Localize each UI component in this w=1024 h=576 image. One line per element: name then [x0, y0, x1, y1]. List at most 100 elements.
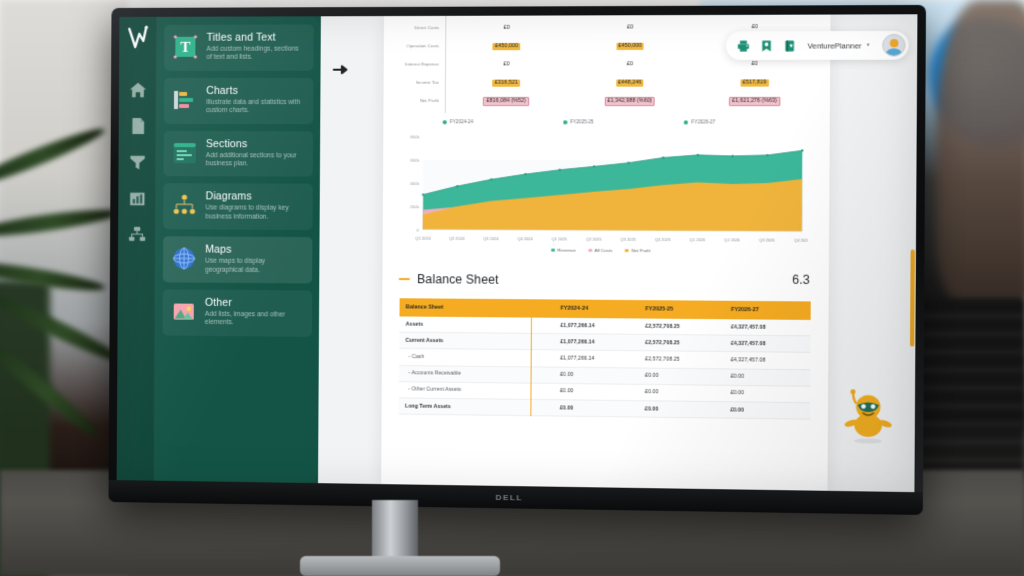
sidebar-item-maps[interactable]: Maps Use maps to display geographical da…: [162, 236, 313, 284]
legend-item: FY2024-24: [442, 119, 563, 124]
computer-monitor: T Titles and Text Add custom headings, s…: [108, 4, 927, 515]
fiscal-year-legend: FY2024-24 FY2025-25 FY2026-27: [442, 119, 818, 125]
document-icon[interactable]: [128, 117, 146, 135]
table-body: Assets £1,077,266.14 £2,572,708.25 £4,327,4…: [398, 316, 811, 420]
sidebar-item-title: Other: [204, 296, 232, 310]
vertical-scrollbar[interactable]: [910, 249, 915, 347]
book-icon[interactable]: [782, 39, 796, 52]
sidebar-item-desc: Use maps to display geographical data.: [205, 257, 266, 274]
legend-dot-icon: [684, 119, 689, 124]
top-right-toolbar: VenturePlanner ▾: [725, 30, 909, 60]
svg-text:T: T: [180, 40, 190, 56]
avatar[interactable]: [882, 33, 906, 57]
svg-text:Q3 2024: Q3 2024: [483, 236, 499, 241]
table-cell: £1,077,266.14: [553, 350, 639, 368]
sidebar-item-title: Titles and Text: [206, 31, 276, 44]
block-library-panel: T Titles and Text Add custom headings, s…: [154, 16, 321, 484]
balance-sheet-heading: Balance Sheet 6.3: [398, 272, 817, 289]
legend-item: FY2025-25: [562, 119, 684, 125]
document-page: Direct Costs £0 £0 £0 Operation Costs £4…: [381, 14, 831, 491]
svg-text:200k: 200k: [410, 204, 420, 209]
svg-text:Q1 2025: Q1 2025: [552, 236, 568, 241]
save-icon[interactable]: [759, 39, 773, 52]
sidebar-item-titles-and-text[interactable]: T Titles and Text Add custom headings, s…: [164, 24, 314, 71]
svg-text:Q2 2025: Q2 2025: [586, 236, 602, 241]
monitor-stand-base: [300, 556, 500, 576]
svg-text:400k: 400k: [410, 181, 420, 186]
sidebar-item-desc: Illustrate data and statistics with cust…: [206, 98, 301, 115]
table-row: Net Profit £816,084 (%52) £1,342,988 (%6…: [396, 92, 818, 111]
sidebar-item-charts[interactable]: Charts Illustrate data and statistics wi…: [163, 77, 314, 124]
table-cell: £0.00: [638, 384, 725, 402]
bar-chart-icon[interactable]: [128, 189, 146, 207]
balance-sheet-table[interactable]: Balance Sheet FY2024-24 FY2025-25 FY2026…: [398, 298, 811, 420]
monitor-bezel: T Titles and Text Add custom headings, s…: [108, 4, 927, 515]
logo-icon[interactable]: [126, 25, 150, 51]
avatar-head: [889, 39, 898, 47]
sidebar-item-title: Maps: [205, 243, 232, 256]
table-cell: £0.00: [553, 366, 639, 385]
title-block-icon: T: [172, 34, 198, 60]
sidebar-item-other[interactable]: Other Add lists, images and other elemen…: [162, 289, 313, 337]
legend-dot-icon: [562, 119, 567, 124]
sidebar-item-sections[interactable]: Sections Add additional sections to your…: [163, 130, 314, 178]
printer-icon[interactable]: [736, 39, 750, 52]
table-cell: £1,077,266.14: [553, 333, 639, 352]
table-cell: £4,327,457.08: [724, 319, 811, 337]
legend-label: FY2025-25: [570, 119, 594, 125]
legend-item-net-profit: Net Profit: [624, 247, 651, 254]
assistant-robot-icon[interactable]: [840, 388, 895, 446]
workspace-name[interactable]: VenturePlanner: [808, 41, 862, 50]
legend-label: Revenue: [557, 247, 576, 253]
legend-label: All Costs: [594, 247, 613, 253]
row-label: Net Profit: [419, 98, 439, 104]
sidebar-item-desc: Use diagrams to display key business inf…: [205, 204, 289, 221]
home-icon[interactable]: [128, 81, 146, 99]
svg-text:Q3 2026: Q3 2026: [759, 237, 776, 242]
table-cell: £816,084 (%52): [445, 92, 568, 110]
legend-label: Net Profit: [631, 247, 651, 254]
legend-dot-icon: [588, 248, 592, 253]
row-label: Income Tax: [415, 80, 439, 86]
legend-dot-icon: [442, 119, 447, 124]
chevron-down-icon[interactable]: ▾: [867, 42, 870, 48]
balance-sheet-table-wrap: Balance Sheet FY2024-24 FY2025-25 FY2026…: [394, 298, 816, 420]
document-canvas[interactable]: Direct Costs £0 £0 £0 Operation Costs £4…: [318, 14, 918, 493]
table-cell: £1,342,988 (%60): [568, 92, 692, 110]
funnel-icon[interactable]: [128, 153, 146, 171]
table-cell: £450,000: [445, 37, 568, 56]
svg-text:Q2 2024: Q2 2024: [449, 236, 465, 241]
revenue-area-chart[interactable]: 0 200k 400k 600k 800k Q1 2024 Q2 2024 Q3 2024 Q4…: [395, 128, 817, 260]
table-cell: £517,819: [692, 73, 817, 92]
globe-icon: [171, 246, 197, 272]
legend-dot-icon: [551, 248, 555, 252]
table-row: Long Term Assets £0.00 £0.00 £0.00: [398, 397, 811, 420]
svg-text:Q3 2025: Q3 2025: [620, 237, 636, 242]
legend-item: FY2026-27: [684, 119, 807, 125]
collapse-dash-icon[interactable]: [398, 278, 410, 281]
table-cell: £2,572,708.25: [638, 334, 725, 352]
photo-scene: T Titles and Text Add custom headings, s…: [0, 0, 1024, 576]
legend-item-revenue: Revenue: [551, 248, 576, 253]
table-cell: £0.00: [723, 401, 811, 420]
avatar-body: [885, 48, 902, 57]
svg-text:800k: 800k: [410, 134, 420, 139]
screen-content: T Titles and Text Add custom headings, s…: [116, 14, 918, 493]
icon-rail: [116, 16, 158, 481]
column-header-fy2024: FY2024-24: [554, 299, 640, 319]
sidebar-item-desc: Add lists, images and other elements.: [204, 310, 286, 327]
area-chart-svg: 0 200k 400k 600k 800k Q1 2024 Q2 2024 Q3 2024 Q4…: [410, 134, 809, 243]
sidebar-item-diagrams[interactable]: Diagrams Use diagrams to display key bus…: [163, 183, 313, 231]
table-cell: £0.00: [553, 399, 639, 418]
row-label: Interest Expense: [405, 61, 439, 67]
org-chart-icon[interactable]: [128, 225, 146, 243]
bar-chart-icon: [172, 87, 198, 113]
svg-text:Q1 2026: Q1 2026: [690, 237, 706, 242]
background-person: [936, 0, 1024, 300]
table-cell: £2,572,708.25: [638, 318, 725, 336]
diagram-icon: [171, 193, 197, 219]
table-cell: £2,572,708.25: [638, 351, 725, 369]
table-cell: £0.00: [638, 367, 725, 386]
svg-text:Q2 2026: Q2 2026: [724, 237, 741, 242]
column-header-fy2026: FY2026-27: [724, 300, 811, 320]
